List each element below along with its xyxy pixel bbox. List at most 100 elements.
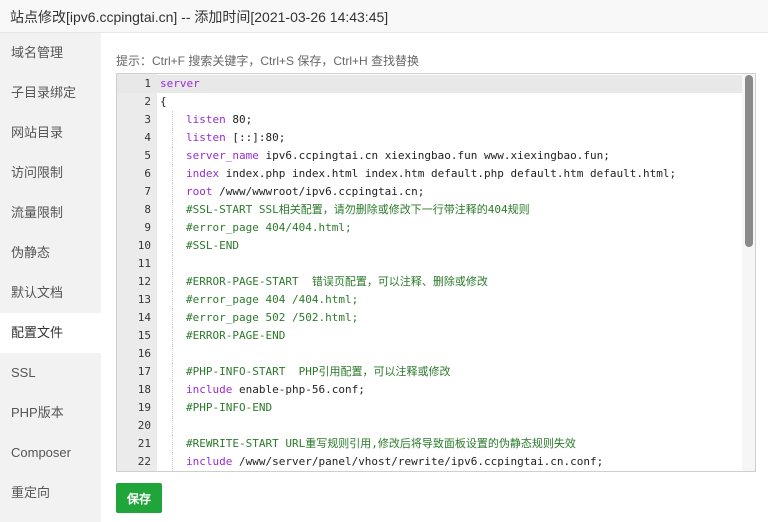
code-token: [::]:80;: [225, 131, 286, 144]
indent-guide: [172, 399, 173, 417]
code-text: server_name ipv6.ccpingtai.cn xiexingbao…: [186, 147, 610, 165]
sidebar-item[interactable]: 伪静态: [0, 233, 101, 273]
editor-scrollbar[interactable]: [742, 74, 755, 471]
code-keyword: include: [186, 455, 233, 468]
line-number: 21: [137, 437, 151, 450]
indent-guide: [172, 147, 173, 165]
indent-guide: [172, 255, 173, 273]
code-keyword: root: [186, 185, 213, 198]
code-line[interactable]: 13 #error_page 404 /404.html;: [117, 291, 743, 309]
scrollbar-thumb[interactable]: [745, 75, 753, 247]
code-comment: #SSL-START SSL相关配置，请勿删除或修改下一行带注释的404规则: [186, 203, 530, 216]
code-line[interactable]: 14 #error_page 502 /502.html;: [117, 309, 743, 327]
line-number: 18: [137, 383, 151, 396]
sidebar-item[interactable]: 网站目录: [0, 113, 101, 153]
code-keyword: include: [186, 383, 233, 396]
code-line[interactable]: 16: [117, 345, 743, 363]
sidebar-item[interactable]: 子目录绑定: [0, 73, 101, 113]
code-line[interactable]: 7 root /www/wwwroot/ipv6.ccpingtai.cn;: [117, 183, 743, 201]
line-number: 8: [144, 203, 151, 216]
code-line[interactable]: 8 #SSL-START SSL相关配置，请勿删除或修改下一行带注释的404规则: [117, 201, 743, 219]
line-number: 9: [144, 221, 151, 234]
code-text: #SSL-START SSL相关配置，请勿删除或修改下一行带注释的404规则: [186, 201, 530, 219]
sidebar-item[interactable]: 访问限制: [0, 153, 101, 193]
code-line[interactable]: 22 include /www/server/panel/vhost/rewrit…: [117, 453, 743, 471]
code-token: /www/server/panel/vhost/rewrite/ipv6.ccp…: [232, 455, 604, 468]
indent-guide: [172, 291, 173, 309]
indent-guide: [172, 237, 173, 255]
code-text: #error_page 502 /502.html;: [186, 309, 358, 327]
code-token: 80;: [225, 113, 253, 126]
line-number: 17: [137, 365, 151, 378]
line-number: 7: [144, 185, 151, 198]
code-line[interactable]: 18 include enable-php-56.conf;: [117, 381, 743, 399]
sidebar-item[interactable]: PHP版本: [0, 393, 101, 433]
line-number: 11: [137, 257, 151, 270]
code-token: /www/wwwroot/ipv6.ccpingtai.cn;: [212, 185, 425, 198]
line-number: 19: [137, 401, 151, 414]
save-button[interactable]: 保存: [116, 483, 162, 513]
sidebar-item[interactable]: 流量限制: [0, 193, 101, 233]
sidebar-item[interactable]: 默认文档: [0, 273, 101, 313]
editor-shortcut-hint: 提示：Ctrl+F 搜索关键字，Ctrl+S 保存，Ctrl+H 查找替换: [116, 54, 420, 68]
sidebar-item[interactable]: SSL: [0, 353, 101, 393]
code-text: #error_page 404/404.html;: [186, 219, 352, 237]
code-line[interactable]: 6 index index.php index.html index.htm de…: [117, 165, 743, 183]
code-line[interactable]: 2{: [117, 93, 743, 111]
sidebar-item[interactable]: Composer: [0, 433, 101, 473]
line-number: 1: [144, 77, 151, 90]
sidebar-item[interactable]: 域名管理: [0, 33, 101, 73]
code-text: root /www/wwwroot/ipv6.ccpingtai.cn;: [186, 183, 424, 201]
code-comment: #PHP-INFO-START PHP引用配置，可以注释或修改: [186, 365, 451, 378]
line-number: 14: [137, 311, 151, 324]
code-line[interactable]: 12 #ERROR-PAGE-START 错误页配置，可以注释、删除或修改: [117, 273, 743, 291]
code-line[interactable]: 9 #error_page 404/404.html;: [117, 219, 743, 237]
code-line[interactable]: 3 listen 80;: [117, 111, 743, 129]
code-text: include enable-php-56.conf;: [186, 381, 365, 399]
code-text: #ERROR-PAGE-START 错误页配置，可以注释、删除或修改: [186, 273, 488, 291]
line-number: 13: [137, 293, 151, 306]
code-keyword: server_name: [186, 149, 259, 162]
line-number: 6: [144, 167, 151, 180]
indent-guide: [172, 273, 173, 291]
code-line[interactable]: 19 #PHP-INFO-END: [117, 399, 743, 417]
code-line[interactable]: 10 #SSL-END: [117, 237, 743, 255]
line-number: 3: [144, 113, 151, 126]
indent-guide: [172, 363, 173, 381]
code-line[interactable]: 11: [117, 255, 743, 273]
config-code-editor[interactable]: 1 server 2{3 listen 80;4 listen [::]:80; 5 ser…: [116, 73, 756, 472]
sidebar-item[interactable]: 配置文件: [0, 313, 101, 353]
code-token: enable-php-56.conf;: [232, 383, 365, 396]
code-text: listen [::]:80;: [186, 129, 285, 147]
code-comment: #SSL-END: [186, 239, 239, 252]
code-text: index index.php index.html index.htm def…: [186, 165, 676, 183]
code-comment: #ERROR-PAGE-START 错误页配置，可以注释、删除或修改: [186, 275, 488, 288]
code-comment: #ERROR-PAGE-END: [186, 329, 286, 342]
code-comment: #PHP-INFO-END: [186, 401, 273, 414]
indent-guide: [172, 435, 173, 453]
code-comment: #error_page 404 /404.html;: [186, 293, 359, 306]
sidebar-item[interactable]: 重定向: [0, 473, 101, 513]
indent-guide: [172, 201, 173, 219]
indent-guide: [172, 165, 173, 183]
code-line[interactable]: 17 #PHP-INFO-START PHP引用配置，可以注释或修改: [117, 363, 743, 381]
indent-guide: [172, 381, 173, 399]
code-text: server: [160, 75, 200, 93]
line-number: 20: [137, 419, 151, 432]
indent-guide: [172, 219, 173, 237]
code-line[interactable]: 4 listen [::]:80;: [117, 129, 743, 147]
line-number: 4: [144, 131, 151, 144]
indent-guide: [172, 327, 173, 345]
code-line[interactable]: 1 server: [117, 75, 743, 93]
code-token: ipv6.ccpingtai.cn xiexingbao.fun www.xie…: [258, 149, 610, 162]
dialog-title: 站点修改[ipv6.ccpingtai.cn] -- 添加时间[2021-03-…: [10, 9, 389, 25]
code-token: {: [160, 95, 167, 108]
code-line[interactable]: 15 #ERROR-PAGE-END: [117, 327, 743, 345]
code-line[interactable]: 20: [117, 417, 743, 435]
code-text: #SSL-END: [186, 237, 239, 255]
settings-sidebar: 域名管理 子目录绑定 网站目录 访问限制 流量限制 伪静态 默认文档 配置文件 SSL PHP版本…: [0, 33, 101, 522]
line-number: 22: [137, 455, 151, 468]
code-line[interactable]: 21 #REWRITE-START URL重写规则引用,修改后将导致面板设置的伪静…: [117, 435, 743, 453]
code-lines[interactable]: 1 server 2{3 listen 80;4 listen [::]:80; 5 ser…: [117, 75, 743, 471]
code-line[interactable]: 5 server_name ipv6.ccpingtai.cn xiexingba…: [117, 147, 743, 165]
